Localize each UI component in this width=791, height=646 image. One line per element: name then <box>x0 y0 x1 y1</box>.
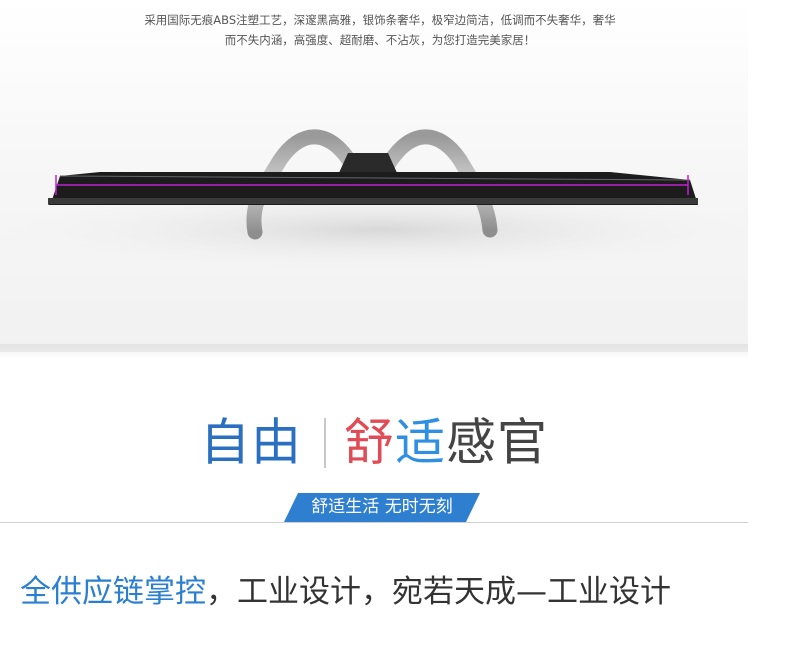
headline-part-2: 舒 <box>344 413 395 472</box>
product-description: 采用国际无痕ABS注塑工艺，深邃黑高雅，银饰条奢华，极窄边简洁，低调而不失奢华，… <box>60 10 700 50</box>
section-divider <box>0 522 748 523</box>
tagline: 全供应链掌控，工业设计，宛若天成—工业设计 <box>20 568 780 616</box>
stand-neck <box>338 153 398 175</box>
panel-shadow <box>0 344 748 360</box>
headline-part-1: 自由 <box>200 413 302 472</box>
tagline-highlight: 全供应链掌控 <box>20 574 206 610</box>
headline-part-3: 适 <box>395 413 446 472</box>
slogan-ribbon: 舒适生活 无时无刻 <box>284 493 480 522</box>
description-line-1: 采用国际无痕ABS注塑工艺，深邃黑高雅，银饰条奢华，极窄边简洁，低调而不失奢华，… <box>144 13 616 27</box>
tagline-rest: ，工业设计，宛若天成—工业设计 <box>206 574 671 610</box>
headline-separator <box>324 417 326 468</box>
tv-bezel-edge <box>48 198 698 204</box>
description-line-2: 而不失内涵，高强度、超耐磨、不沾灰，为您打造完美家居！ <box>224 33 536 47</box>
headline: 自由 舒适感官 <box>0 407 748 475</box>
tv-top-view-image <box>0 129 748 270</box>
headline-part-4: 感官 <box>446 413 548 472</box>
right-margin <box>748 0 791 352</box>
